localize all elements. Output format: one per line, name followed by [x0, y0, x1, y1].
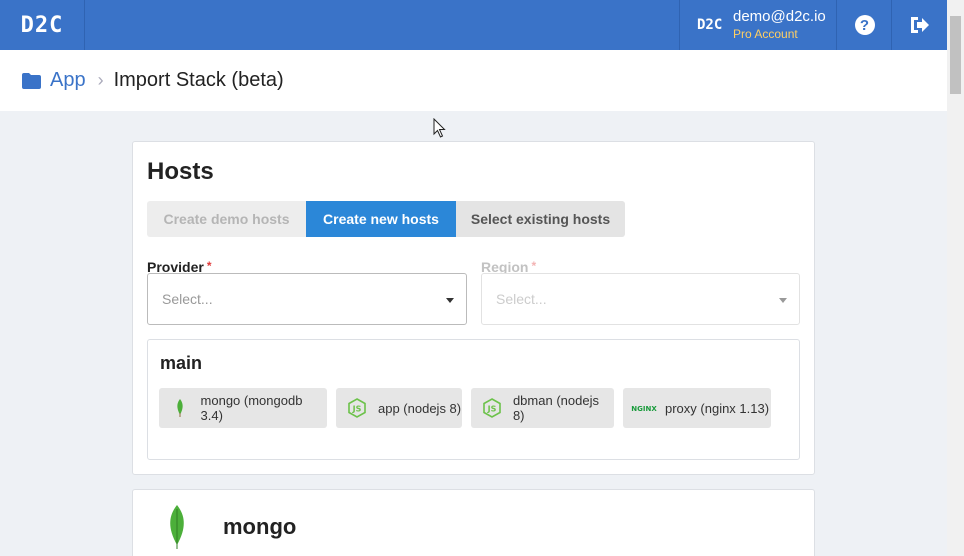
- hosts-title: Hosts: [147, 158, 214, 185]
- provider-placeholder: Select...: [162, 291, 213, 307]
- user-menu[interactable]: D2C demo@d2c.io Pro Account: [679, 0, 837, 50]
- scrollbar-thumb[interactable]: [950, 16, 961, 94]
- breadcrumb-separator: ›: [97, 70, 104, 90]
- chevron-down-icon: [779, 298, 787, 303]
- breadcrumb: App › Import Stack (beta): [0, 50, 947, 111]
- svg-text:JS: JS: [487, 405, 497, 414]
- tab-create-new-hosts[interactable]: Create new hosts: [306, 201, 456, 237]
- nodejs-icon: JS: [336, 398, 378, 418]
- tab-select-existing-hosts[interactable]: Select existing hosts: [456, 201, 625, 237]
- hosts-mode-tabs: Create demo hosts Create new hosts Selec…: [147, 201, 625, 237]
- service-chip-mongo[interactable]: mongo (mongodb 3.4): [159, 388, 327, 428]
- user-plan: Pro Account: [733, 27, 798, 42]
- page-scrollbar[interactable]: [947, 0, 964, 556]
- service-chip-label: mongo (mongodb 3.4): [200, 393, 303, 423]
- service-card-title: mongo: [223, 514, 297, 539]
- tab-create-demo-hosts[interactable]: Create demo hosts: [147, 201, 306, 237]
- top-bar: D2C D2C demo@d2c.io Pro Account ?: [0, 0, 947, 50]
- mouse-cursor-icon: [433, 118, 446, 138]
- svg-text:JS: JS: [352, 405, 362, 414]
- provider-select[interactable]: Select...: [147, 273, 467, 325]
- folder-icon: [22, 72, 41, 89]
- logout-icon: [911, 17, 929, 33]
- question-circle-icon: ?: [854, 15, 875, 35]
- svg-text:NGINX: NGINX: [631, 405, 657, 413]
- hosts-card: Hosts Create demo hosts Create new hosts…: [132, 141, 815, 475]
- breadcrumb-app-link[interactable]: App: [50, 69, 86, 92]
- mongodb-leaf-icon: [170, 505, 184, 549]
- region-placeholder: Select...: [496, 291, 547, 307]
- service-chip-label: proxy (nginx 1.13): [665, 400, 770, 416]
- help-button[interactable]: ?: [838, 0, 892, 50]
- region-select[interactable]: Select...: [481, 273, 800, 325]
- required-mark: *: [206, 259, 212, 273]
- mongodb-leaf-icon: [159, 399, 201, 417]
- service-chip-label: app (nodejs 8): [378, 400, 462, 416]
- user-email: demo@d2c.io: [733, 7, 826, 25]
- page-title: Import Stack (beta): [113, 69, 284, 91]
- nodejs-icon: JS: [471, 398, 513, 418]
- nginx-icon: NGINX: [623, 403, 665, 413]
- logout-button[interactable]: [893, 0, 947, 50]
- service-card-mongo: mongo: [132, 489, 815, 556]
- service-chip-label: dbman (nodejs 8): [512, 393, 599, 423]
- host-group-title: main: [160, 353, 203, 373]
- service-chip-dbman[interactable]: JS dbman (nodejs 8): [471, 388, 614, 428]
- user-avatar: D2C: [697, 17, 723, 33]
- user-info: demo@d2c.io Pro Account: [733, 7, 826, 42]
- service-chip-app[interactable]: JS app (nodejs 8): [336, 388, 462, 428]
- service-chips: mongo (mongodb 3.4) JS app (nodejs 8) JS…: [159, 388, 780, 428]
- brand-logo[interactable]: D2C: [0, 0, 85, 50]
- host-group-main: main mongo (mongodb 3.4) JS app (nodejs …: [147, 339, 800, 460]
- required-mark: *: [531, 259, 537, 273]
- service-chip-proxy[interactable]: NGINX proxy (nginx 1.13): [623, 388, 771, 428]
- chevron-down-icon: [446, 298, 454, 303]
